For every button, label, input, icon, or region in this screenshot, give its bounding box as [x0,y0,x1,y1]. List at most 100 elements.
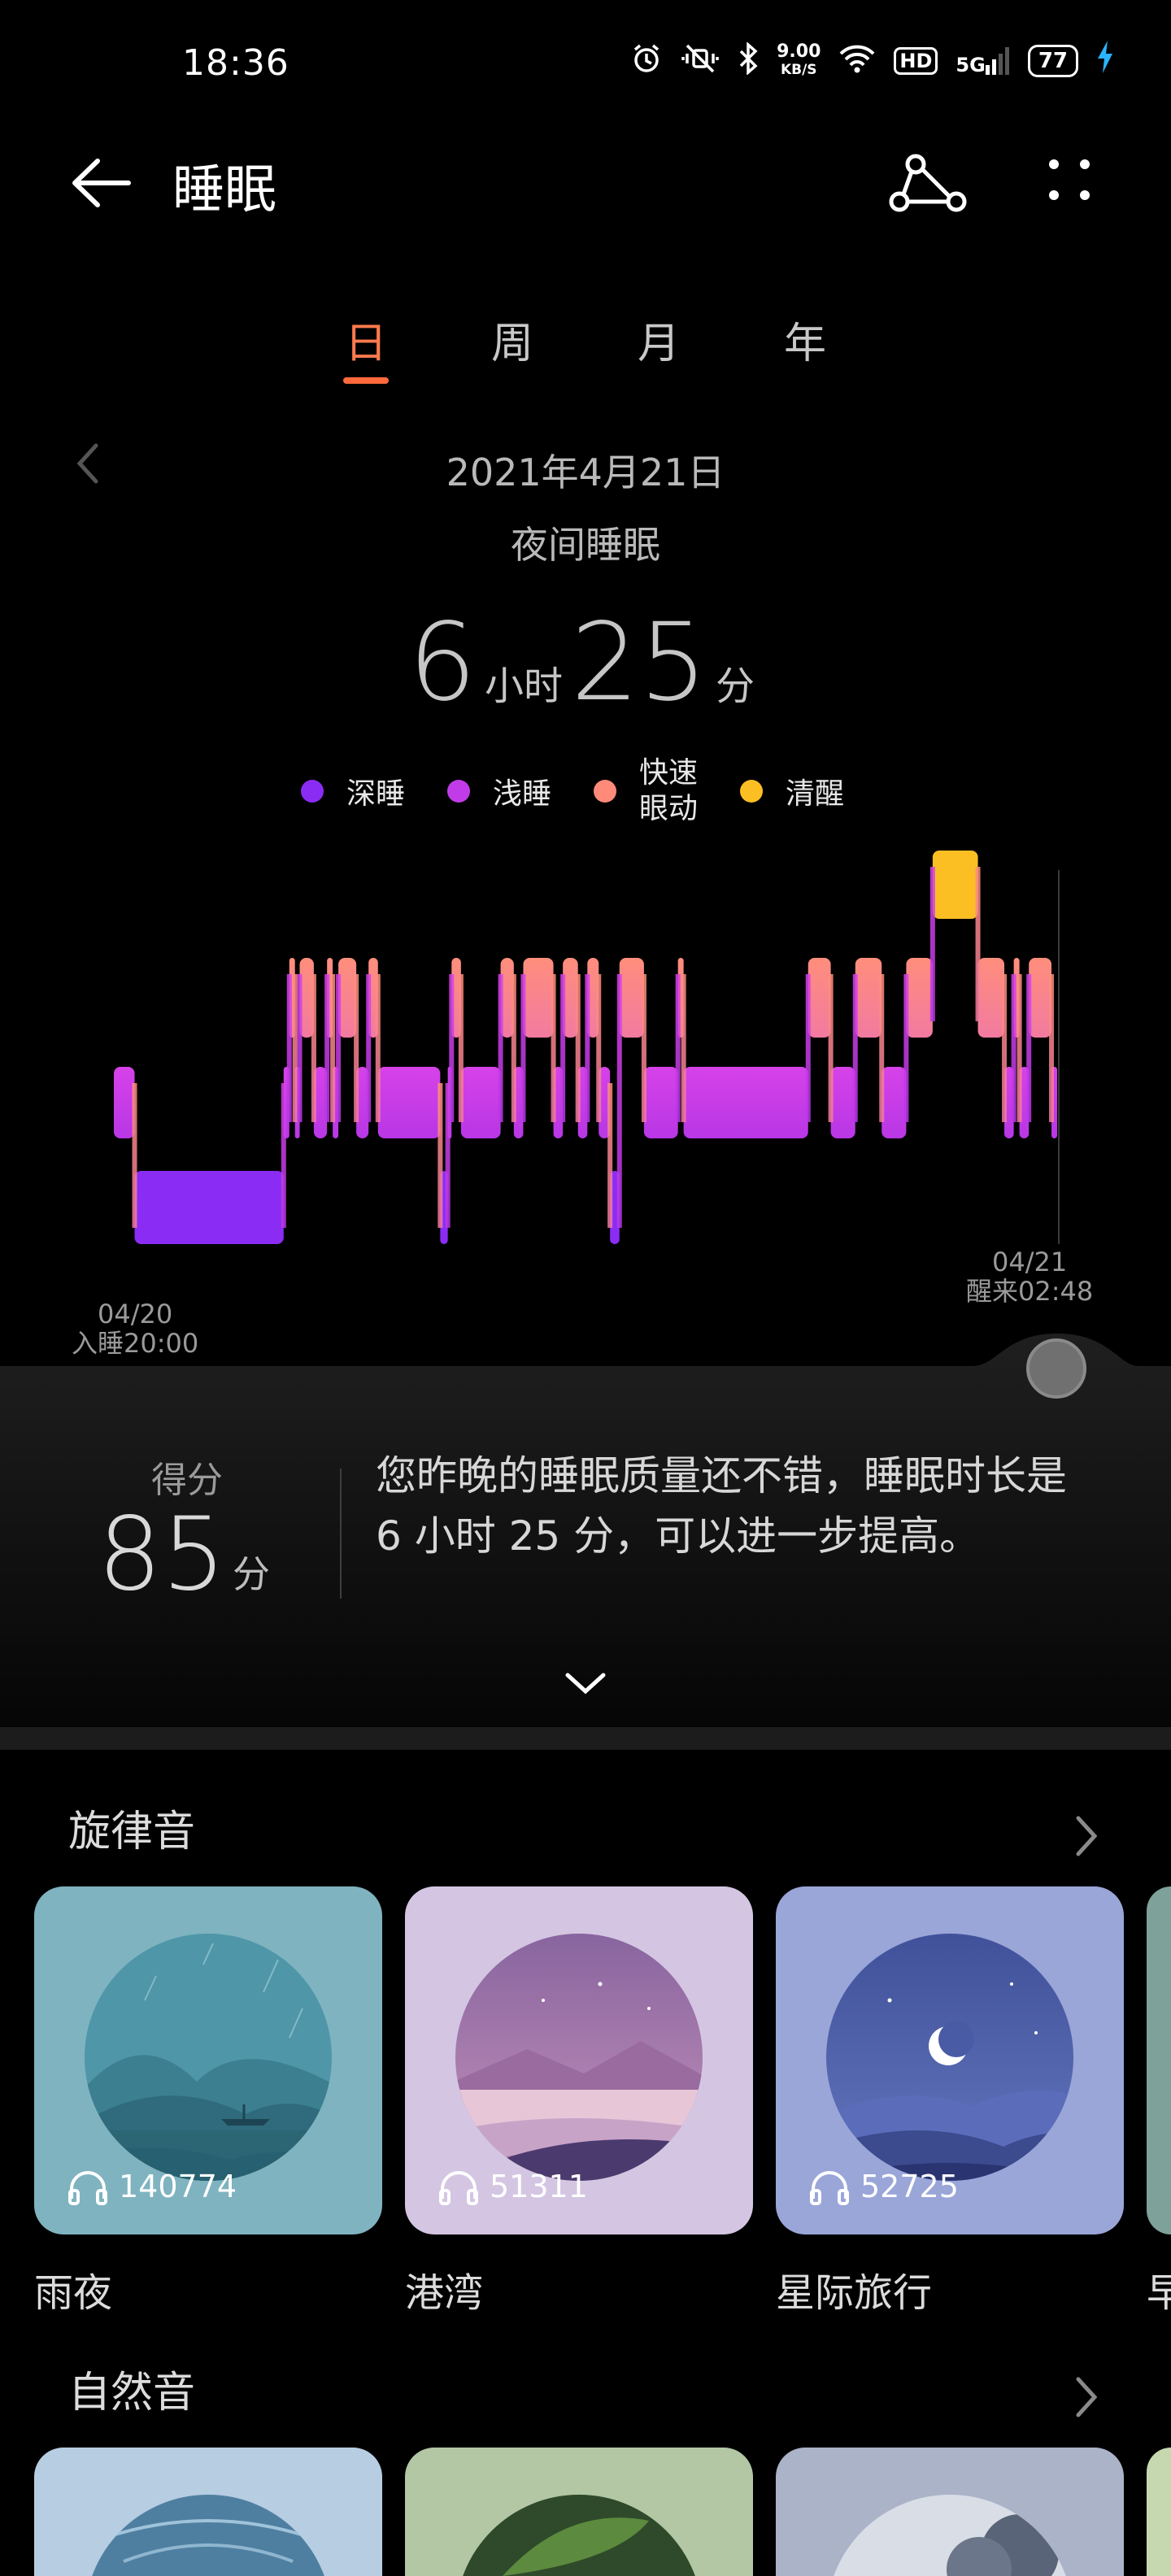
network-speed-unit: KB/S [780,62,817,78]
sleep-type-label: 夜间睡眠 [511,523,660,567]
duration-hours: 6 [408,600,477,725]
light-sleep-segment [114,1067,135,1138]
melody-name: 星际旅行 [776,2270,933,2316]
legend-label: 清醒 [786,777,845,811]
light-sleep-segment [460,1067,501,1138]
tab-year[interactable]: 年 [764,309,846,370]
awake-segment [932,851,978,919]
water-ripple-artwork [85,2495,332,2576]
stage-transition-line [366,974,372,1122]
light-sleep-segment [643,1067,678,1138]
legend-label: 浅睡 [493,777,552,811]
tab-day[interactable]: 日 [325,309,407,370]
stage-transition-line [324,974,330,1122]
stage-transition-line [336,974,342,1122]
chart-scrubber-handle[interactable] [1026,1338,1086,1399]
stage-transition-line [903,974,909,1122]
stage-transition-line [805,974,811,1122]
section-separator [0,1727,1171,1750]
expand-button[interactable] [561,1667,610,1699]
page-title: 睡眠 [172,160,276,220]
stage-transition-line [1026,974,1032,1122]
tab-week[interactable]: 周 [472,309,553,370]
more-options-button[interactable] [1033,146,1106,220]
selected-date: 2021年4月21日 [446,450,725,494]
nature-card-water[interactable] [34,2448,382,2576]
sleep-duration: 6 小时25 分 [0,600,1171,725]
network-speed-value: 9.00 [777,41,821,62]
nature-card-leaf[interactable] [405,2448,753,2576]
legend-light-sleep: 浅睡 [447,770,551,812]
deep-sleep-segment [134,1171,284,1244]
legend-label-line2: 眼动 [639,792,699,825]
stage-transition-line [852,974,858,1122]
network-type: 5G [956,54,986,76]
legend-swatch [740,780,764,803]
score-label: 得分 [151,1460,223,1501]
charging-icon [1096,41,1114,81]
stage-transition-line [551,974,556,1122]
stage-transition-line [286,974,292,1122]
rem-segment [523,958,554,1038]
nature-card-partial[interactable] [1147,2448,1171,2576]
stage-transition-line [297,974,303,1122]
stage-transition-line [879,974,885,1122]
legend-awake: 清醒 [740,770,844,812]
period-tabs: 日 周 月 年 [325,309,846,390]
rem-segment [619,958,644,1038]
melody-section-title: 旋律音 [68,1808,196,1856]
play-count: 51311 [437,2168,588,2205]
rem-segment [808,958,831,1038]
duration-hours-unit: 小时 [484,664,563,709]
melody-card-interstellar[interactable]: 52725 [776,1886,1124,2234]
play-count: 140774 [67,2168,237,2205]
stage-transition-line [1049,974,1055,1122]
stage-transition-line [498,974,503,1122]
leaf-artwork [455,2495,703,2576]
stage-transition-line [292,974,298,1122]
divider [340,1469,342,1599]
stage-transition-line [681,974,686,1122]
play-count-value: 140774 [119,2169,237,2204]
stage-transition-line [929,867,935,1021]
melody-card-harbor[interactable]: 51311 [405,1886,753,2234]
battery-level: 77 [1027,45,1078,77]
chart-start-date: 04/20 [98,1299,173,1329]
chart-end-time: 醒来02:48 [966,1276,1094,1307]
stage-transition-line [828,974,834,1122]
chart-legend: 深睡 浅睡 快速 眼动 清醒 [301,755,886,828]
sleep-quality-summary: 您昨晚的睡眠质量还不错，睡眠时长是6 小时 25 分，可以进一步提高。 [376,1452,1067,1560]
stage-transition-line [458,974,464,1122]
chevron-down-icon [565,1673,606,1695]
legend-label: 深睡 [346,777,406,811]
network-speed: 9.00 KB/S [777,43,821,79]
light-sleep-segment [377,1067,441,1138]
melody-card-rain-night[interactable]: 140774 [34,1886,382,2234]
share-icon [889,154,967,212]
legend-rem: 快速 眼动 [594,755,698,827]
wifi-icon [838,42,876,80]
back-button[interactable] [65,146,138,220]
share-button[interactable] [886,146,976,220]
stage-transition-line [560,974,566,1122]
status-bar: 18:36 9.00 KB/S HD 5G 77 [0,0,1171,130]
tab-month[interactable]: 月 [618,309,699,370]
nature-card-cloud[interactable] [776,2448,1124,2576]
stage-transition-line [616,974,622,1228]
stage-transition-line [641,974,646,1122]
rem-segment [338,958,357,1038]
legend-deep-sleep: 深睡 [301,770,405,812]
nature-section-title: 自然音 [68,2369,196,2417]
status-icons: 9.00 KB/S HD 5G 77 [630,41,1114,81]
stage-transition-line [675,974,681,1122]
chevron-right-icon [1076,2377,1098,2417]
headphones-icon [810,2171,849,2205]
melody-card-partial[interactable] [1147,1886,1171,2234]
stage-transition-line [132,1083,137,1228]
stage-transition-line [281,1083,286,1228]
nature-more-button[interactable] [1070,2373,1103,2422]
melody-more-button[interactable] [1070,1812,1103,1860]
stage-transition-line [511,974,516,1122]
legend-swatch [447,780,471,803]
tab-active-indicator [343,377,389,384]
